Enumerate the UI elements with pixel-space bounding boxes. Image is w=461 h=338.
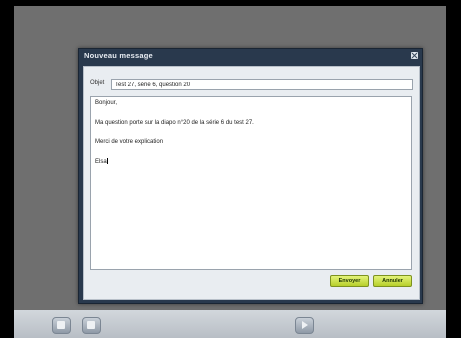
cancel-button[interactable]: Annuler (373, 275, 412, 287)
signature-text: Elsa (95, 159, 107, 165)
play-icon[interactable] (295, 317, 314, 334)
subject-row: Objet (90, 79, 413, 90)
send-button[interactable]: Envoyer (330, 275, 369, 287)
dialog-body: Objet Bonjour, Ma question porte sur la … (83, 66, 420, 300)
text-caret (106, 158, 108, 164)
folder-icon[interactable] (82, 317, 101, 334)
close-icon[interactable] (411, 52, 418, 59)
bottom-toolbar (14, 310, 446, 338)
dialog-title: Nouveau message (84, 51, 153, 60)
message-line-thanks: Merci de votre explication (95, 139, 164, 145)
message-line-question: Ma question porte sur la diapo n°20 de l… (95, 120, 254, 126)
message-textarea[interactable]: Bonjour, Ma question porte sur la diapo … (90, 96, 412, 270)
app-screen: Nouveau message Objet Bonjour, Ma questi… (14, 6, 446, 338)
subject-label: Objet (90, 80, 105, 86)
subject-input[interactable] (111, 79, 413, 90)
document-icon[interactable] (52, 317, 71, 334)
message-line-greeting: Bonjour, (95, 100, 118, 106)
new-message-dialog: Nouveau message Objet Bonjour, Ma questi… (78, 48, 423, 304)
message-line-signature: Elsa (95, 158, 108, 165)
dialog-title-bar: Nouveau message (79, 49, 422, 63)
